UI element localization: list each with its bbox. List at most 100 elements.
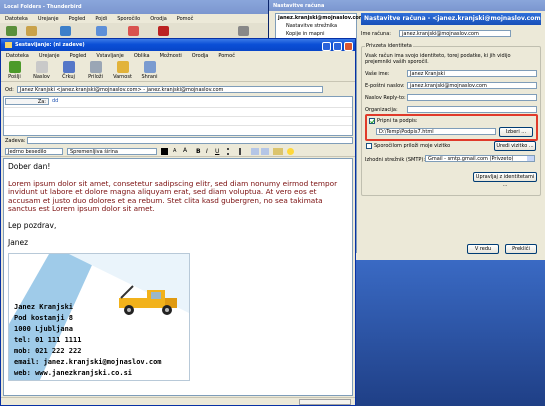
main-menu-item[interactable]: Sporočilo [112,16,145,22]
compose-title-bar: Sestavljanje: (ni zadeve) [1,39,355,51]
address-book-icon[interactable] [60,26,71,36]
subject-label: Zadeva: [5,138,26,144]
recipient-type-select[interactable]: Za: [5,98,49,105]
menu-help[interactable]: Pomoč [213,53,240,59]
tree-item-server[interactable]: Nastavitve strežnika [286,23,337,29]
address-book-icon [35,61,48,73]
your-name-label: Vaše ime: [365,71,390,77]
tree-item-account[interactable]: janez.kranjski@mojnaslov.com [278,15,364,21]
italic-button[interactable]: I [206,148,208,155]
check-icon [370,119,375,124]
menu-options[interactable]: Možnosti [155,53,187,59]
sig-mobile: mob: 021 222 222 [14,347,82,355]
menu-insert[interactable]: Vstavljanje [91,53,129,59]
font-select[interactable]: Spremenljiva širina [67,148,157,155]
account-settings-title: Nastavitve računa [273,2,325,9]
bullet-list-icon[interactable] [227,148,235,155]
recipient-row-divider [4,107,352,108]
main-menu-item[interactable]: Urejanje [33,16,64,22]
close-button[interactable] [344,42,353,51]
save-button[interactable]: Shrani [138,60,161,80]
to-address-field[interactable]: dd [52,98,58,104]
compose-window: Sestavljanje: (ni zadeve) Datoteka Ureja… [0,38,356,406]
smtp-select[interactable]: Gmail - smtp.gmail.com (Privzeto) [425,155,535,162]
your-name-field[interactable]: Janez Kranjski [407,70,537,77]
status-bar [1,397,355,405]
bold-button[interactable]: B [196,148,201,155]
account-settings-header: Nastavitve računa - <janez.kranjski@mojn… [361,13,541,25]
print-icon[interactable] [238,26,249,36]
signature-card: Janez Kranjski Pod kostanji 8 1000 Ljubl… [8,253,190,381]
edit-card-button[interactable]: Uredi vizitko ... [494,141,536,151]
recipient-row-divider [4,125,352,126]
sig-city: 1000 Ljubljana [14,325,74,333]
send-icon [8,61,21,73]
recipient-type-label: Za: [37,99,46,105]
from-label: Od: [5,87,14,93]
write-icon[interactable] [26,26,37,36]
indent-icon[interactable] [261,148,269,155]
main-menu-item[interactable]: Pogled [64,16,91,22]
tree-item-copies[interactable]: Kopije in mapni [286,31,325,37]
send-button[interactable]: Pošlji [3,60,26,80]
compose-menubar: Datoteka Urejanje Pogled Vstavljanje Obl… [1,51,355,60]
reply-icon[interactable] [96,26,107,36]
text-color-button[interactable] [161,148,168,155]
attach-vcard-checkbox[interactable] [366,143,372,149]
smtp-label: Izhodni strežnik (SMTP): [365,157,426,163]
chevron-down-icon[interactable] [527,156,534,161]
font-size-down-button[interactable]: A [173,148,181,155]
attach-signature-checkbox[interactable] [369,118,375,124]
font-size-up-button[interactable]: A [183,147,191,155]
attach-button[interactable]: Priloži [84,60,107,80]
save-icon [143,61,156,73]
numbered-list-icon[interactable] [239,148,247,155]
greeting-text: Dober dan! [8,162,51,171]
account-settings-header-text: Nastavitve računa - <janez.kranjski@mojn… [364,15,541,22]
delete-icon[interactable] [158,26,169,36]
organization-field[interactable] [407,106,537,113]
main-menu-item[interactable]: Datoteka [0,16,33,22]
main-menu-item[interactable]: Pojdi [90,16,112,22]
message-body[interactable]: Dober dan! Lorem ipsum dolor sit amet, c… [3,158,353,396]
menu-tools[interactable]: Orodja [187,53,214,59]
paperclip-icon [89,61,102,73]
ok-button[interactable]: V redu [467,244,499,254]
reply-to-label: Naslov Reply-to: [365,95,406,101]
format-toolbar: Jedrno besedilo Spremenljiva širina A A … [1,146,355,157]
menu-view[interactable]: Pogled [65,53,92,59]
outdent-icon[interactable] [251,148,259,155]
get-mail-icon[interactable] [6,26,17,36]
menu-format[interactable]: Oblika [129,53,155,59]
security-button[interactable]: Varnost [111,60,134,80]
cancel-button[interactable]: Prekliči [505,244,537,254]
subject-field[interactable] [27,137,353,144]
paragraph-style-select[interactable]: Jedrno besedilo [5,148,63,155]
from-select[interactable]: Janez Kranjski <janez.kranjski@mojnaslov… [17,86,323,93]
menu-file[interactable]: Datoteka [1,53,34,59]
spell-button[interactable]: Črkuj [57,60,80,80]
closing-text: Lep pozdrav, [8,221,57,230]
organization-label: Organizacija: [365,107,398,113]
account-name-field[interactable]: janez.kranjski@mojnaslov.com [399,30,511,37]
minimize-button[interactable] [322,42,331,51]
browse-button[interactable]: Izberi ... [499,127,533,137]
menu-edit[interactable]: Urejanje [34,53,65,59]
address-button[interactable]: Naslov [30,60,53,80]
lock-icon [116,61,129,73]
signature-path-field[interactable]: D:\Temp\Podpis7.html [376,128,496,135]
compose-title: Sestavljanje: (ni zadeve) [15,42,85,48]
reply-to-field[interactable] [407,94,537,101]
main-title-bar: Local Folders - Thunderbird [0,0,268,14]
insert-link-icon[interactable] [273,148,283,155]
main-menu-item[interactable]: Pomoč [172,16,199,22]
main-menu-item[interactable]: Orodja [145,16,172,22]
smiley-icon[interactable] [287,148,294,155]
forward-icon[interactable] [128,26,139,36]
envelope-icon [5,42,12,48]
underline-button[interactable]: U [215,148,219,155]
maximize-button[interactable] [333,42,342,51]
sender-name-text: Janez [8,238,29,247]
email-field[interactable]: janez.kranjski@mojnaslov.com [407,82,537,89]
manage-identities-button[interactable]: Upravljaj z identitetami ... [473,172,537,188]
